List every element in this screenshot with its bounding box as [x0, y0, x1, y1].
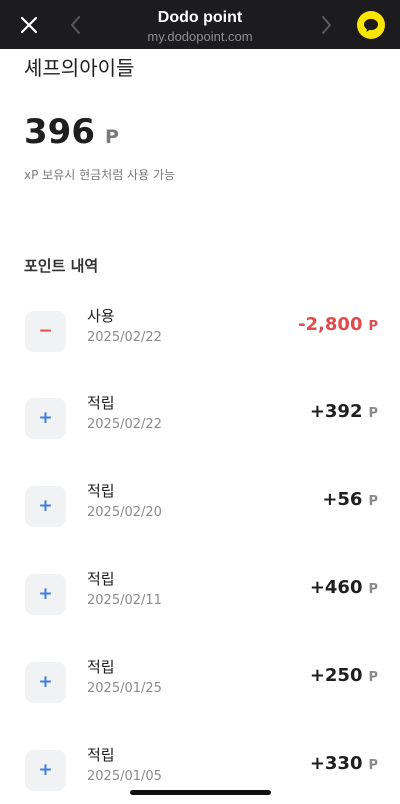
history-amount-value: +460 [309, 577, 363, 598]
history-amount-value: +250 [309, 665, 363, 686]
page-url: my.dodopoint.com [147, 29, 253, 44]
plus-icon: + [25, 662, 66, 703]
point-balance-value: 396 [24, 112, 95, 152]
history-date: 2025/02/22 [87, 330, 162, 345]
history-type: 적립 [87, 570, 115, 588]
history-amount: -2,800 P [298, 314, 378, 336]
history-row[interactable]: + 적립 2025/01/05 +330 P [0, 746, 400, 804]
plus-icon: + [25, 574, 66, 615]
history-date: 2025/02/11 [87, 593, 162, 608]
history-amount-unit: P [368, 758, 378, 773]
history-row[interactable]: + 적립 2025/02/22 +392 P [0, 394, 400, 486]
history-date: 2025/01/05 [87, 769, 162, 784]
history-amount-value: +392 [309, 401, 363, 422]
plus-icon: + [25, 750, 66, 791]
close-icon[interactable] [14, 10, 44, 40]
browser-top-bar: Dodo point my.dodopoint.com [0, 0, 400, 49]
history-row[interactable]: + 적립 2025/02/11 +460 P [0, 570, 400, 662]
history-amount-unit: P [368, 582, 378, 597]
history-type: 적립 [87, 658, 115, 676]
history-type: 적립 [87, 746, 115, 764]
history-amount: +392 P [310, 401, 378, 423]
history-type: 적립 [87, 482, 115, 500]
history-row[interactable]: + 적립 2025/02/20 +56 P [0, 482, 400, 574]
kakao-talk-icon[interactable] [357, 11, 385, 39]
history-amount-unit: P [368, 494, 378, 509]
history-amount: +330 P [310, 753, 378, 775]
plus-icon: + [25, 398, 66, 439]
history-amount-unit: P [368, 319, 378, 334]
history-type: 적립 [87, 394, 115, 412]
history-amount: +56 P [322, 489, 378, 511]
history-date: 2025/01/25 [87, 681, 162, 696]
page-title: Dodo point [157, 9, 243, 26]
history-row[interactable]: + 적립 2025/01/25 +250 P [0, 658, 400, 750]
history-amount: +460 P [310, 577, 378, 599]
chevron-left-icon[interactable] [64, 12, 88, 38]
home-indicator [130, 790, 271, 795]
history-row[interactable]: − 사용 2025/02/22 -2,800 P [0, 307, 400, 399]
point-balance-unit: P [104, 126, 119, 148]
history-date: 2025/02/20 [87, 505, 162, 520]
point-description: xP 보유시 현금처럼 사용 가능 [24, 168, 176, 182]
point-balance: 396 P [24, 112, 119, 156]
store-name: 셰프의아이들 [24, 56, 135, 80]
history-amount-value: +330 [309, 753, 363, 774]
history-amount-value: +56 [322, 489, 363, 510]
history-amount-unit: P [368, 406, 378, 421]
history-date: 2025/02/22 [87, 417, 162, 432]
history-amount: +250 P [310, 665, 378, 687]
chevron-right-icon[interactable] [314, 12, 338, 38]
minus-icon: − [25, 311, 66, 352]
history-section-title: 포인트 내역 [24, 257, 99, 275]
history-amount-unit: P [368, 670, 378, 685]
history-type: 사용 [87, 307, 115, 325]
history-amount-value: -2,800 [298, 314, 363, 335]
page-title-block: Dodo point my.dodopoint.com [100, 8, 300, 45]
plus-icon: + [25, 486, 66, 527]
